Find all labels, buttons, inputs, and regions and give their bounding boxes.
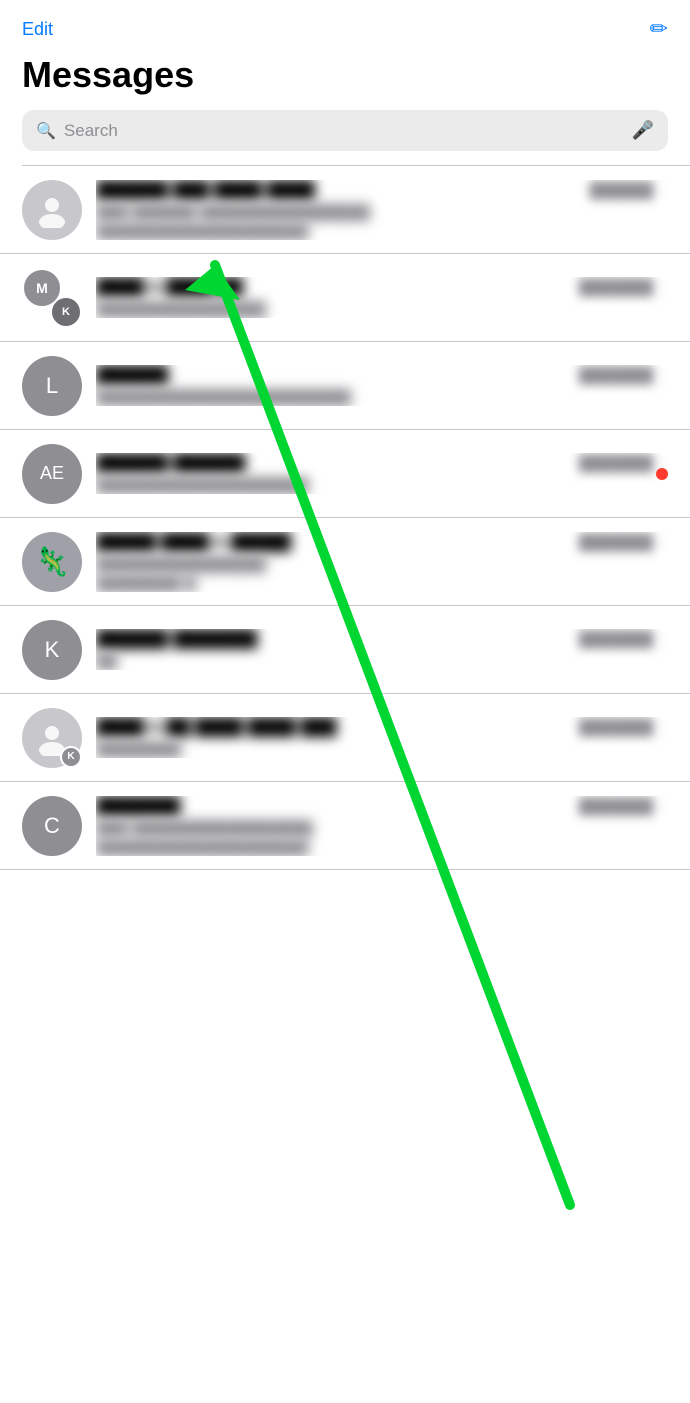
message-content: ██████ ███ ████ ████ ██████ › ███ ██████… (96, 180, 668, 240)
message-item[interactable]: ██████ ███ ████ ████ ██████ › ███ ██████… (0, 166, 690, 254)
contact-name: ██████ (96, 365, 571, 385)
message-time: ███████ › (579, 279, 668, 296)
message-preview-2: ████████ █ (96, 575, 668, 592)
message-content: ███████ ███████ › ███ █████████████████ … (96, 796, 668, 856)
message-content: ██████ ███████ ███████ › ██ (96, 629, 668, 670)
avatar: K (22, 708, 82, 768)
microphone-icon[interactable]: 🎤 (632, 120, 654, 141)
avatar: AE (22, 444, 82, 504)
message-item[interactable]: L ██████ ███████ › █████████████████████… (0, 342, 690, 430)
message-time: ██████ › (590, 182, 668, 199)
message-content: ██████ ██████ ███████ › ████████████████… (96, 453, 668, 494)
page-title: Messages (0, 50, 690, 110)
search-bar-container: 🔍 Search 🎤 (0, 110, 690, 165)
search-bar[interactable]: 🔍 Search 🎤 (22, 110, 668, 151)
message-item[interactable]: C ███████ ███████ › ███ ████████████████… (0, 782, 690, 870)
avatar: M K (22, 268, 82, 328)
avatar: C (22, 796, 82, 856)
compose-button[interactable]: ✏︎ (650, 16, 668, 42)
message-item[interactable]: K ██████ ███████ ███████ › ██ (0, 606, 690, 694)
message-time: ███████ › (579, 719, 668, 736)
message-preview-2: ████████████████████ (96, 839, 668, 856)
avatar: L (22, 356, 82, 416)
message-preview: ████████████████████████ (96, 389, 668, 406)
message-time: ███████ › (579, 631, 668, 648)
message-preview: ████████████████ (96, 556, 668, 573)
message-time: ███████ › (579, 367, 668, 384)
message-preview: ████████████████████ (96, 477, 668, 494)
message-item[interactable]: AE ██████ ██████ ███████ › █████████████… (0, 430, 690, 518)
avatar: 🦎 (22, 532, 82, 592)
avatar: K (22, 620, 82, 680)
message-preview: ████████████████ (96, 301, 668, 318)
message-preview: ████████ (96, 741, 668, 758)
message-list: ██████ ███ ████ ████ ██████ › ███ ██████… (0, 166, 690, 870)
contact-name: ██████ ███ ████ ████ (96, 180, 582, 200)
message-content: ████ & ████ ██ ███████ › ███████████████… (96, 277, 668, 318)
message-item[interactable]: K ████ & ██ ████ ████ ███ ███████ › ████… (0, 694, 690, 782)
message-item[interactable]: M K ████ & ████ ██ ███████ › ███████████… (0, 254, 690, 342)
contact-name: ████ & ████ ██ (96, 277, 571, 297)
contact-name: █████ ████ & █████ (96, 532, 571, 552)
message-preview: ███ █████████████████ (96, 820, 668, 837)
header: Edit ✏︎ (0, 0, 690, 50)
message-preview: ██ (96, 653, 668, 670)
notification-dot (656, 468, 668, 480)
message-content: █████ ████ & █████ ███████ › ███████████… (96, 532, 668, 592)
message-content: ██████ ███████ › ███████████████████████… (96, 365, 668, 406)
message-time: ███████ › (579, 455, 668, 472)
message-preview: ███ ██████ ████████████████ (96, 204, 668, 221)
message-time: ███████ › (579, 798, 668, 815)
message-preview-2: ████████████████████ (96, 223, 668, 240)
contact-name: ██████ ██████ (96, 453, 571, 473)
contact-name: ███████ (96, 796, 571, 816)
message-time: ███████ › (579, 534, 668, 551)
message-content: ████ & ██ ████ ████ ███ ███████ › ██████… (96, 717, 668, 758)
avatar (22, 180, 82, 240)
message-item[interactable]: 🦎 █████ ████ & █████ ███████ › █████████… (0, 518, 690, 606)
search-icon: 🔍 (36, 121, 56, 141)
avatar-badge: K (60, 746, 82, 768)
avatar-initial-primary: M (22, 268, 62, 308)
contact-name: ████ & ██ ████ ████ ███ (96, 717, 571, 737)
search-placeholder: Search (64, 121, 624, 141)
contact-name: ██████ ███████ (96, 629, 571, 649)
edit-button[interactable]: Edit (22, 19, 53, 40)
